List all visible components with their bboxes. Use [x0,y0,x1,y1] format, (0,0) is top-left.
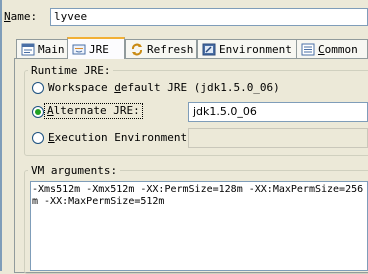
vm-arguments-title: VM arguments: [28,164,121,177]
tab-main-label: Main [38,42,65,56]
workspace-default-label[interactable]: Workspace default JRE (jdk1.5.0_06) [48,81,280,94]
tab-environment-label: Environment [219,42,292,56]
execution-environment-label[interactable]: Execution Environment: [48,131,194,144]
tab-environment[interactable]: Environment [197,39,297,58]
tab-common[interactable]: Common [296,39,368,58]
vm-arguments-textarea[interactable]: -Xms512m -Xmx512m -XX:PermSize=128m -XX:… [30,181,368,271]
alternate-jre-radio[interactable] [32,106,44,118]
window-left-border [0,0,2,271]
tab-refresh[interactable]: Refresh [125,39,197,58]
execution-environment-radio[interactable] [32,132,44,144]
alternate-jre-select[interactable]: jdk1.5.0_06 [188,102,368,122]
workspace-default-radio[interactable] [32,82,44,94]
environment-tab-icon [202,43,216,56]
tab-jre-label: JRE [89,42,109,56]
jre-tab-icon [72,43,86,56]
common-tab-icon [301,43,315,56]
name-input[interactable]: lyvee [50,8,368,26]
name-label: Name: [4,10,38,23]
tab-common-label: Common [318,42,358,56]
tab-jre[interactable]: JRE [67,37,125,59]
tab-main[interactable]: Main [16,39,68,58]
tab-refresh-label: Refresh [147,42,194,56]
refresh-tab-icon [130,43,144,56]
execution-environment-select[interactable] [188,128,368,148]
alternate-jre-label[interactable]: Alternate JRE: [44,103,143,119]
runtime-jre-title: Runtime JRE: [28,64,114,77]
main-tab-icon [21,43,35,56]
